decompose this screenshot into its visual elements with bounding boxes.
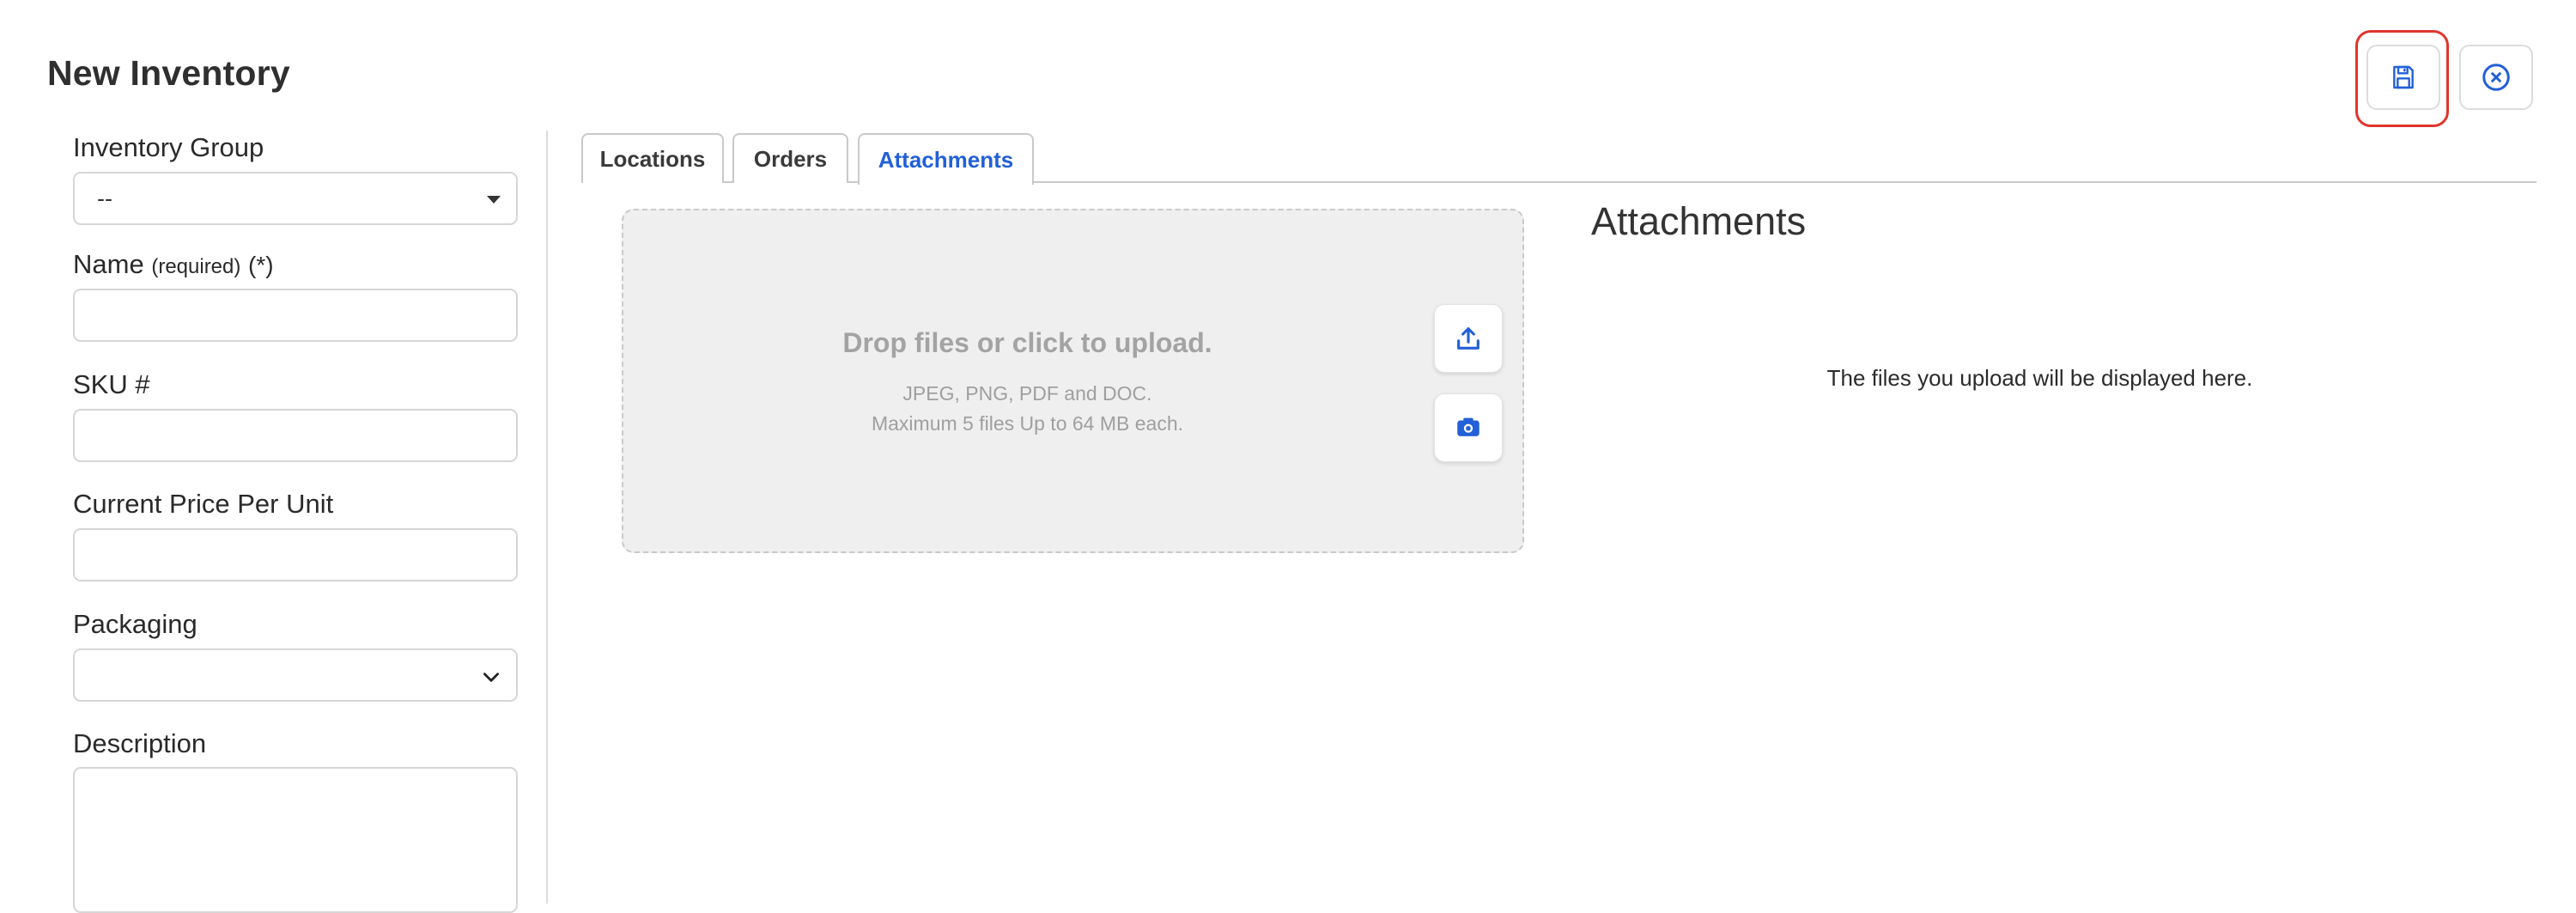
- description-textarea[interactable]: [73, 767, 518, 913]
- name-label: Name (required) (*): [73, 249, 274, 280]
- save-button[interactable]: [2366, 45, 2440, 110]
- page-title: New Inventory: [47, 53, 290, 93]
- close-button[interactable]: [2459, 45, 2533, 110]
- inventory-group-select[interactable]: --: [73, 172, 518, 225]
- chevron-down-icon: [483, 673, 499, 682]
- sku-label: SKU #: [73, 369, 150, 399]
- camera-button[interactable]: [1434, 393, 1503, 462]
- caret-down-icon: [487, 196, 501, 204]
- packaging-label: Packaging: [73, 609, 197, 639]
- price-input[interactable]: [73, 528, 518, 581]
- tab-locations[interactable]: Locations: [581, 133, 724, 183]
- attachments-empty-text: The files you upload will be displayed h…: [1826, 365, 2253, 391]
- dropzone-limits: Maximum 5 files Up to 64 MB each.: [871, 412, 1184, 435]
- attachments-heading: Attachments: [1591, 199, 1807, 243]
- column-divider: [546, 131, 548, 904]
- tab-bar: Locations Orders Attachments: [581, 133, 2537, 185]
- price-label: Current Price Per Unit: [73, 489, 334, 519]
- name-required-text: (required): [151, 255, 241, 278]
- save-icon: [2393, 65, 2414, 89]
- camera-icon: [1457, 417, 1479, 436]
- tab-attachments[interactable]: Attachments: [858, 133, 1034, 185]
- description-label: Description: [73, 728, 207, 758]
- close-circle-icon: [2482, 64, 2510, 91]
- upload-button[interactable]: [1434, 304, 1503, 373]
- name-label-text: Name: [73, 249, 144, 279]
- name-input[interactable]: [73, 289, 518, 342]
- dropzone-title: Drop files or click to upload.: [842, 327, 1212, 358]
- tab-orders[interactable]: Orders: [732, 133, 848, 183]
- packaging-select[interactable]: [73, 648, 518, 702]
- dropzone-formats: JPEG, PNG, PDF and DOC.: [902, 382, 1152, 405]
- inventory-group-value: --: [97, 185, 112, 211]
- sku-input[interactable]: [73, 409, 518, 462]
- file-dropzone[interactable]: Drop files or click to upload. JPEG, PNG…: [622, 209, 1524, 553]
- upload-icon: [1457, 327, 1479, 350]
- inventory-group-label: Inventory Group: [73, 132, 264, 162]
- name-required-mark: (*): [248, 252, 274, 278]
